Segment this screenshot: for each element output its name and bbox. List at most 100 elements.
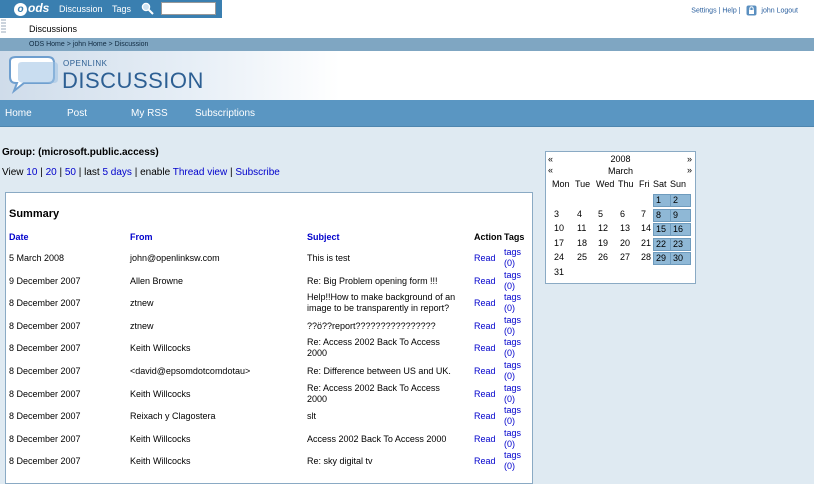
help-link[interactable]: Help — [722, 7, 736, 14]
topnav-discussion[interactable]: Discussion — [59, 2, 103, 16]
tags-link[interactable]: tags — [504, 292, 521, 303]
view-10-link[interactable]: 10 — [26, 167, 37, 178]
col-subject-header[interactable]: Subject — [307, 232, 340, 242]
next-month-button[interactable]: » — [687, 165, 692, 175]
logout-link[interactable]: john Logout — [761, 7, 798, 14]
tags-link[interactable]: tags — [504, 450, 521, 461]
tags-link[interactable]: (0) — [504, 416, 515, 427]
tags-link[interactable]: tags — [504, 360, 521, 371]
nav-my-rss[interactable]: My RSS — [131, 108, 168, 119]
calendar-dow: Tue — [575, 179, 591, 189]
table-row: 8 December 2007 ztnew ??ö??report?????????… — [6, 315, 532, 337]
calendar-day[interactable]: 25 — [577, 252, 596, 262]
calendar-day[interactable]: 27 — [620, 252, 639, 262]
row-from: Keith Willcocks — [130, 456, 191, 467]
nav-subscriptions[interactable]: Subscriptions — [195, 108, 255, 119]
tags-link[interactable]: (0) — [504, 461, 515, 472]
row-from: Keith Willcocks — [130, 388, 191, 399]
calendar-day[interactable]: 30 — [670, 252, 691, 265]
row-date: 8 December 2007 — [9, 320, 81, 331]
read-link[interactable]: Read — [474, 298, 496, 309]
tags-link[interactable]: tags — [504, 405, 521, 416]
summary-panel: Summary Date From Subject Action Tags 5 … — [5, 192, 533, 484]
table-row: 8 December 2007 Keith Willcocks Re: Access… — [6, 337, 532, 359]
nav-post[interactable]: Post — [67, 108, 87, 119]
calendar-day[interactable]: 11 — [577, 223, 596, 233]
read-link[interactable]: Read — [474, 411, 496, 422]
subnav-discussions[interactable]: Discussions — [29, 24, 77, 34]
view-50-link[interactable]: 50 — [65, 167, 76, 178]
table-row: 8 December 2007 <david@epsomdotcomdotau> R… — [6, 360, 532, 382]
calendar-day[interactable]: 17 — [554, 238, 573, 248]
calendar-day[interactable]: 23 — [670, 237, 691, 251]
separator: | — [718, 7, 721, 15]
row-subject: This is test — [307, 253, 351, 263]
tags-link[interactable]: (0) — [504, 326, 515, 337]
calendar-day[interactable]: 16 — [670, 223, 691, 236]
settings-link[interactable]: Settings — [691, 7, 716, 14]
read-link[interactable]: Read — [474, 343, 496, 354]
table-row: 8 December 2007 ztnew Help!!How to make ba… — [6, 292, 532, 314]
tags-link[interactable]: (0) — [504, 394, 515, 405]
row-subject: Re: Access 2002 Back To Access — [307, 337, 440, 348]
row-subject: Help!!How to make background of an — [307, 292, 456, 303]
topnav-tags[interactable]: Tags — [112, 2, 131, 16]
tags-link[interactable]: tags — [504, 428, 521, 439]
tags-link[interactable]: (0) — [504, 258, 515, 269]
lock-icon — [746, 5, 757, 16]
last-5-days-link[interactable]: 5 days — [102, 167, 131, 178]
calendar-day[interactable]: 26 — [598, 252, 617, 262]
calendar-day[interactable]: 10 — [554, 223, 573, 233]
calendar-day[interactable]: 18 — [577, 238, 596, 248]
calendar-day[interactable]: 9 — [670, 208, 691, 222]
calendar-day[interactable]: 2 — [670, 194, 691, 207]
next-year-button[interactable]: » — [687, 154, 692, 164]
row-date: 8 December 2007 — [9, 456, 81, 467]
calendar-day[interactable]: 5 — [598, 209, 617, 219]
table-row: 8 December 2007 Reixach y Clagostera slt Re… — [6, 405, 532, 427]
calendar-day[interactable]: 13 — [620, 223, 639, 233]
table-row: 8 December 2007 Keith Willcocks Access 200… — [6, 428, 532, 450]
ods-logo[interactable]: o ods — [14, 1, 49, 16]
tags-link[interactable]: (0) — [504, 348, 515, 359]
read-link[interactable]: Read — [474, 389, 496, 400]
calendar-day[interactable]: 20 — [620, 238, 639, 248]
read-link[interactable]: Read — [474, 253, 496, 264]
tags-link[interactable]: tags — [504, 383, 521, 394]
calendar-day[interactable]: 12 — [598, 223, 617, 233]
read-link[interactable]: Read — [474, 276, 496, 287]
tags-link[interactable]: (0) — [504, 439, 515, 450]
subscribe-link[interactable]: Subscribe — [235, 167, 279, 178]
calendar: « 2008 » « March » Mon Tue Wed Thu Fri Sat Sun… — [545, 151, 696, 284]
tags-link[interactable]: (0) — [504, 371, 515, 382]
tags-link[interactable]: tags — [504, 247, 521, 258]
calendar-day[interactable]: 24 — [554, 252, 573, 262]
view-20-link[interactable]: 20 — [46, 167, 57, 178]
read-link[interactable]: Read — [474, 366, 496, 377]
row-subject: Re: Difference between US and UK. — [307, 366, 451, 376]
calendar-dow: Mon — [552, 179, 570, 189]
ods-logo-text: ods — [28, 1, 50, 15]
breadcrumb-text[interactable]: ODS Home > john Home > Discussion — [29, 41, 148, 48]
col-from-header[interactable]: From — [130, 232, 153, 242]
calendar-day[interactable]: 6 — [620, 209, 639, 219]
read-link[interactable]: Read — [474, 321, 496, 332]
tags-link[interactable]: (0) — [504, 281, 515, 292]
tags-link[interactable]: (0) — [504, 303, 515, 314]
tags-link[interactable]: tags — [504, 270, 521, 281]
tags-link[interactable]: tags — [504, 337, 521, 348]
read-link[interactable]: Read — [474, 456, 496, 467]
nav-home[interactable]: Home — [5, 108, 32, 119]
calendar-day[interactable]: 4 — [577, 209, 596, 219]
last-label: | last — [78, 167, 100, 178]
calendar-day[interactable]: 19 — [598, 238, 617, 248]
read-link[interactable]: Read — [474, 434, 496, 445]
col-date-header[interactable]: Date — [9, 232, 29, 242]
calendar-day[interactable]: 31 — [554, 267, 573, 277]
tags-link[interactable]: tags — [504, 315, 521, 326]
thread-view-link[interactable]: Thread view — [173, 167, 227, 178]
view-label: View — [2, 167, 24, 178]
calendar-day[interactable]: 3 — [554, 209, 573, 219]
search-icon[interactable] — [141, 2, 155, 16]
search-input[interactable] — [161, 2, 216, 15]
